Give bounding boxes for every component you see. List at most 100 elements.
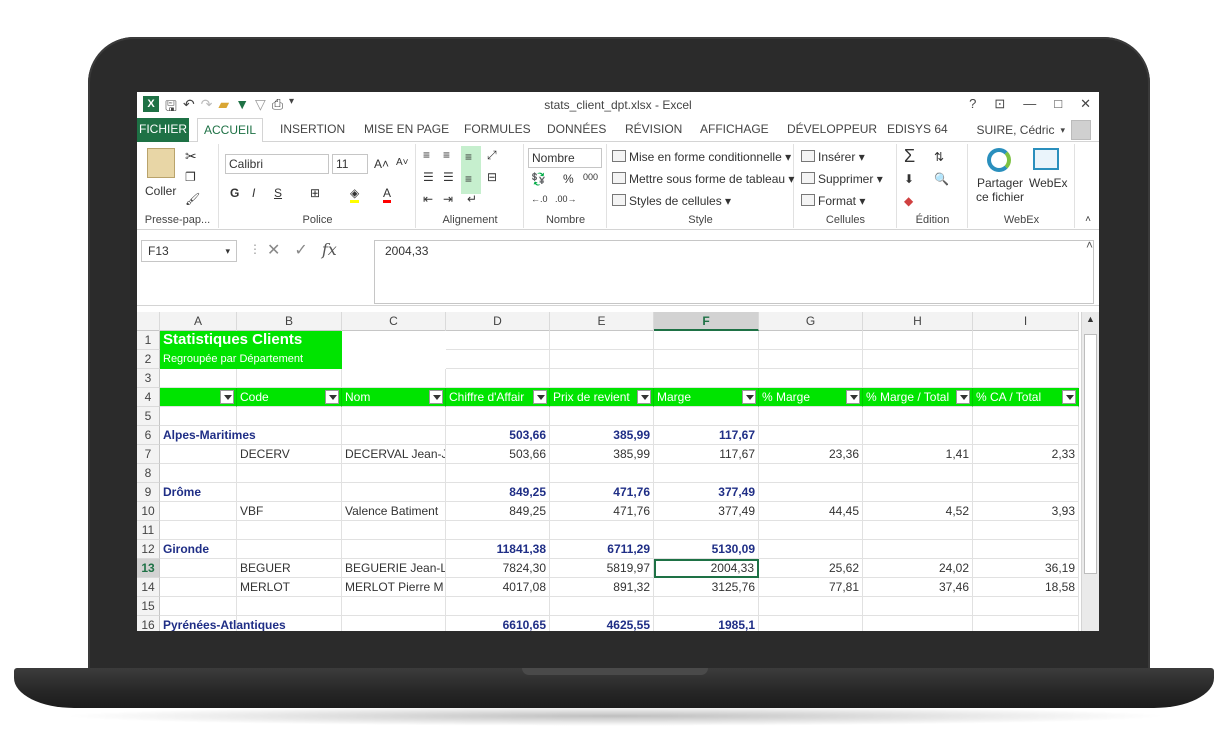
row-header-3[interactable]: 3 — [137, 369, 160, 388]
cell[interactable]: 24,02 — [863, 559, 973, 578]
cell[interactable]: 3125,76 — [654, 578, 759, 597]
cell[interactable] — [446, 464, 550, 483]
format-painter-icon[interactable]: 🖌 — [185, 192, 200, 206]
cell[interactable] — [550, 331, 654, 350]
cell[interactable]: 6610,65 — [446, 616, 550, 631]
align-center-icon[interactable]: ☰ — [443, 170, 454, 184]
decrease-decimal-icon[interactable]: .00→ — [555, 194, 577, 204]
cell-styles-button[interactable]: Styles de cellules ▾ — [612, 194, 731, 208]
cell[interactable]: Alpes-Maritimes — [160, 426, 256, 445]
table-header-cell[interactable]: Code — [237, 388, 342, 407]
row-header-11[interactable]: 11 — [137, 521, 160, 540]
cell[interactable] — [759, 426, 863, 445]
cell[interactable] — [863, 350, 973, 369]
column-header-e[interactable]: E — [550, 312, 654, 331]
percent-button[interactable]: % — [563, 172, 574, 186]
cell[interactable]: 471,76 — [550, 483, 654, 502]
cell[interactable] — [759, 350, 863, 369]
webex-share-icon[interactable] — [987, 148, 1011, 172]
cell[interactable] — [160, 578, 237, 597]
filter-dropdown-icon[interactable] — [956, 390, 970, 404]
thousands-button[interactable]: 000 — [583, 172, 598, 182]
select-all-corner[interactable] — [137, 312, 160, 331]
find-icon[interactable]: 🔍 — [934, 172, 949, 186]
cell[interactable]: MERLOT — [237, 578, 342, 597]
cell[interactable]: MERLOT Pierre M — [342, 578, 446, 597]
ribbon-display-icon[interactable]: ⊡ — [994, 96, 1005, 112]
cell[interactable] — [759, 369, 863, 388]
collapse-ribbon-icon[interactable]: ˄ — [1085, 214, 1091, 225]
webex-button[interactable]: WebEx — [1029, 176, 1067, 190]
font-color-icon[interactable]: A — [383, 186, 392, 203]
row-header-4[interactable]: 4 — [137, 388, 160, 407]
cell[interactable]: DECERV — [237, 445, 342, 464]
format-as-table-button[interactable]: Mettre sous forme de tableau ▾ — [612, 172, 794, 186]
cell[interactable] — [237, 407, 342, 426]
column-header-g[interactable]: G — [759, 312, 863, 331]
grow-font-button[interactable]: A˄ — [374, 157, 389, 171]
tab-revision[interactable]: RÉVISION — [625, 122, 682, 136]
row-header-15[interactable]: 15 — [137, 597, 160, 616]
table-header-cell[interactable]: % Marge — [759, 388, 863, 407]
column-header-b[interactable]: B — [237, 312, 342, 331]
cell[interactable] — [863, 464, 973, 483]
row-header-13[interactable]: 13 — [137, 559, 160, 578]
cell[interactable] — [237, 369, 342, 388]
cell[interactable] — [863, 369, 973, 388]
align-top-icon[interactable]: ≡ — [423, 148, 430, 162]
cell[interactable]: 23,36 — [759, 445, 863, 464]
tab-affichage[interactable]: AFFICHAGE — [700, 122, 769, 136]
cell[interactable]: 6711,29 — [550, 540, 654, 559]
cell[interactable]: VBF — [237, 502, 342, 521]
cell[interactable] — [550, 350, 654, 369]
autosum-button[interactable]: Σ — [904, 146, 915, 167]
confirm-icon[interactable]: ✓ — [294, 240, 307, 260]
cell[interactable]: 77,81 — [759, 578, 863, 597]
cell[interactable] — [973, 407, 1079, 426]
cell[interactable]: 849,25 — [446, 502, 550, 521]
row-header-2[interactable]: 2 — [137, 350, 160, 369]
row-header-9[interactable]: 9 — [137, 483, 160, 502]
row-header-8[interactable]: 8 — [137, 464, 160, 483]
cell[interactable] — [863, 331, 973, 350]
cell[interactable] — [759, 616, 863, 631]
tab-accueil[interactable]: ACCUEIL — [197, 118, 263, 143]
cell[interactable]: 11841,38 — [446, 540, 550, 559]
delete-button[interactable]: Supprimer ▾ — [801, 172, 883, 186]
copy-icon[interactable]: ❐ — [185, 170, 196, 184]
column-header-d[interactable]: D — [446, 312, 550, 331]
cell[interactable] — [759, 407, 863, 426]
bold-button[interactable]: G — [230, 186, 239, 200]
paste-button[interactable]: Coller — [145, 184, 176, 198]
filter-dropdown-icon[interactable] — [742, 390, 756, 404]
paste-icon[interactable] — [147, 148, 175, 178]
cell[interactable]: 1,41 — [863, 445, 973, 464]
cell[interactable]: 25,62 — [759, 559, 863, 578]
tab-formules[interactable]: FORMULES — [464, 122, 531, 136]
cell[interactable] — [446, 350, 550, 369]
name-box[interactable]: F13 ▾ — [141, 240, 237, 262]
cell[interactable]: 385,99 — [550, 445, 654, 464]
cell[interactable] — [446, 331, 550, 350]
cell[interactable]: Valence Batiment — [342, 502, 446, 521]
cell[interactable]: BEGUERIE Jean-Lo — [342, 559, 446, 578]
share-file-button[interactable]: Partager ce fichier — [975, 176, 1025, 204]
orientation-icon[interactable]: ⤢ — [487, 148, 497, 163]
cell[interactable] — [342, 464, 446, 483]
cell[interactable]: 37,46 — [863, 578, 973, 597]
cell[interactable] — [342, 616, 446, 631]
number-format-select[interactable]: Nombre — [528, 148, 602, 168]
cell[interactable] — [237, 540, 342, 559]
cell[interactable] — [863, 521, 973, 540]
cell[interactable]: 849,25 — [446, 483, 550, 502]
cancel-icon[interactable]: ✕ — [267, 240, 280, 260]
row-header-7[interactable]: 7 — [137, 445, 160, 464]
cell[interactable] — [237, 464, 342, 483]
table-header-cell[interactable]: Marge — [654, 388, 759, 407]
row-header-5[interactable]: 5 — [137, 407, 160, 426]
filter-dropdown-icon[interactable] — [325, 390, 339, 404]
cell[interactable]: 471,76 — [550, 502, 654, 521]
cell[interactable] — [446, 521, 550, 540]
user-account[interactable]: SUIRE, Cédric ▾ — [976, 120, 1091, 140]
cell[interactable] — [550, 521, 654, 540]
